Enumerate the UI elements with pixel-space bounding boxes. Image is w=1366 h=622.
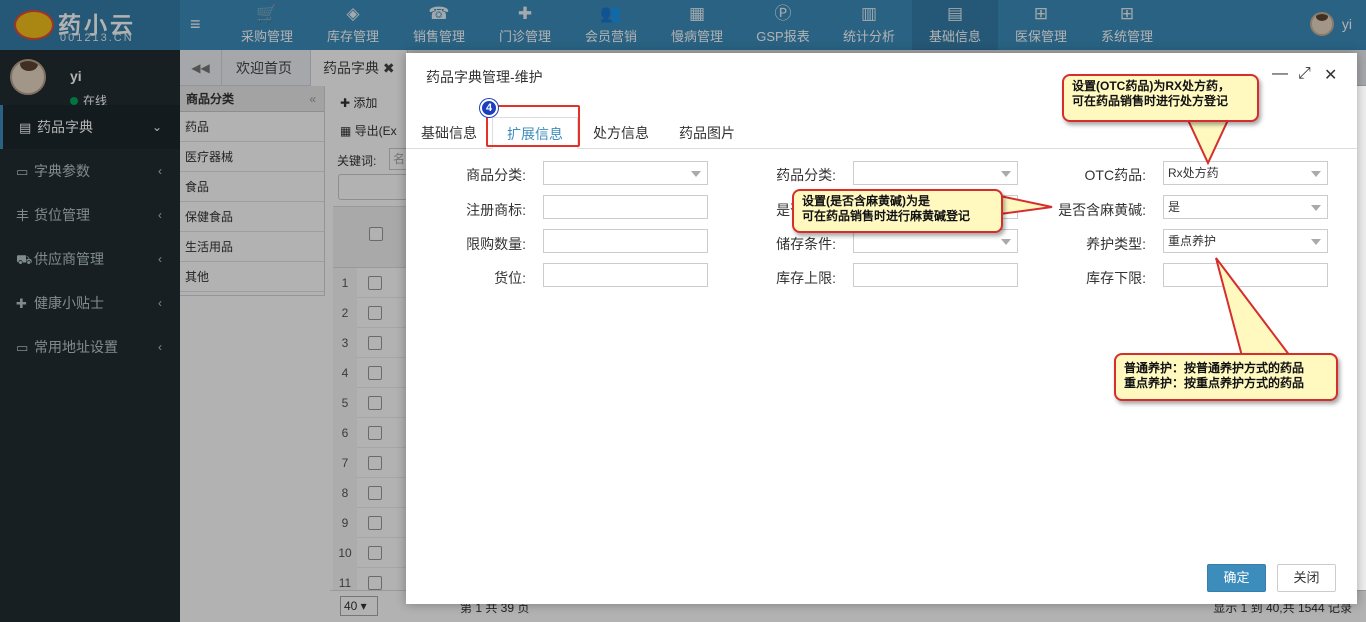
- ephedrine-callout: 设置(是否含麻黄碱)为是 可在药品销售时进行麻黄碱登记: [792, 189, 1003, 233]
- care-callout-line1: 普通养护：按普通养护方式的药品: [1124, 361, 1305, 375]
- care-callout-pointer: [1215, 257, 1293, 357]
- ephedrine-callout-line1: 设置(是否含麻黄碱)为是: [802, 194, 930, 208]
- care-callout-line2: 重点养护：按重点养护方式的药品: [1124, 376, 1305, 390]
- ephedrine-callout-line2: 可在药品销售时进行麻黄碱登记: [802, 209, 971, 223]
- otc-callout: 设置(OTC药品)为RX处方药， 可在药品销售时进行处方登记: [1062, 74, 1259, 122]
- care-callout: 普通养护：按普通养护方式的药品 重点养护：按重点养护方式的药品: [1114, 353, 1338, 401]
- otc-callout-line2: 可在药品销售时进行处方登记: [1072, 94, 1229, 108]
- otc-callout-pointer: [1186, 119, 1230, 166]
- ephedrine-callout-pointer: [999, 194, 1053, 216]
- otc-callout-line1: 设置(OTC药品)为RX处方药，: [1072, 79, 1230, 93]
